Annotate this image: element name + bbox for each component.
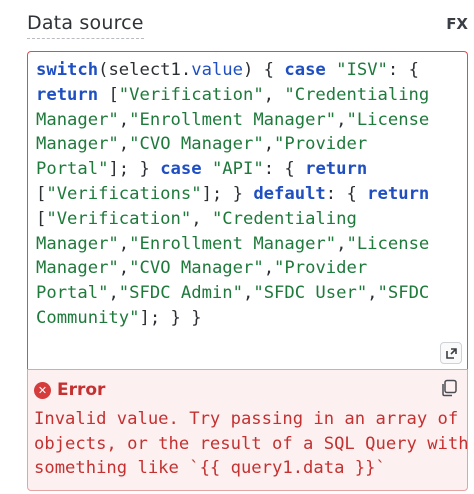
code-token: , bbox=[336, 233, 347, 254]
code-token: , bbox=[367, 283, 378, 304]
code-token: switch bbox=[36, 60, 99, 80]
code-token: , bbox=[191, 208, 212, 229]
code-token: , bbox=[263, 134, 275, 155]
code-token: , bbox=[118, 233, 130, 254]
copy-error-button[interactable] bbox=[440, 379, 458, 397]
code-token: "Provider bbox=[274, 134, 368, 155]
code-token: Manager" bbox=[36, 233, 119, 254]
code-token: , bbox=[118, 109, 130, 130]
error-title: Error bbox=[57, 380, 106, 400]
code-token: default bbox=[253, 183, 326, 204]
code-token: , bbox=[242, 283, 254, 304]
error-circle-icon: ✕ bbox=[34, 381, 51, 399]
code-token: "CVO Manager" bbox=[129, 258, 264, 279]
code-token: case bbox=[160, 159, 202, 180]
code-token: "Credentialing bbox=[284, 84, 430, 105]
code-token: "API" bbox=[211, 159, 264, 180]
code-token: : { bbox=[263, 159, 306, 180]
code-token: value bbox=[191, 60, 243, 80]
code-token: , bbox=[263, 84, 285, 105]
code-line: Manager","CVO Manager","Provider bbox=[36, 256, 459, 281]
code-token: "Verification" bbox=[46, 208, 192, 229]
code-line: Portal"]; } case "API": { return bbox=[36, 157, 459, 182]
code-token: [ bbox=[36, 183, 47, 204]
code-token: return bbox=[367, 183, 430, 204]
code-token: , bbox=[118, 258, 130, 279]
code-line: return ["Verification", "Credentialing bbox=[36, 83, 459, 108]
error-message-line: Invalid value. Try passing in an array o… bbox=[34, 409, 459, 429]
code-line: ["Verification", "Credentialing bbox=[36, 207, 459, 232]
code-token: ]; } } bbox=[139, 307, 202, 328]
code-token: ]; } bbox=[201, 183, 254, 204]
code-token: "Verifications" bbox=[46, 183, 202, 204]
code-token: : { bbox=[325, 183, 368, 204]
code-token: case bbox=[284, 60, 326, 80]
code-token: ) { bbox=[242, 60, 285, 80]
error-message: Invalid value. Try passing in an array o… bbox=[34, 407, 469, 481]
code-token: , bbox=[108, 283, 119, 304]
code-token: : { bbox=[387, 60, 419, 80]
code-token: "SFDC Admin" bbox=[118, 283, 243, 304]
code-token: , bbox=[336, 109, 347, 130]
code-line: switch(select1.value) { case "ISV": { bbox=[36, 58, 459, 83]
code-token: "SFDC User" bbox=[253, 283, 368, 304]
expand-editor-button[interactable] bbox=[440, 342, 462, 364]
error-panel: ✕ Error Invalid value. Try passing in an… bbox=[27, 369, 469, 491]
code-token: "Credentialing bbox=[211, 208, 357, 229]
code-token: "License bbox=[346, 233, 430, 254]
code-line: Manager","CVO Manager","Provider bbox=[36, 132, 459, 157]
code-token: Portal" bbox=[36, 159, 109, 180]
code-token: [ bbox=[98, 84, 119, 105]
code-token: , bbox=[263, 258, 275, 279]
code-token: "Provider bbox=[274, 258, 368, 279]
code-token: ]; } bbox=[108, 159, 161, 180]
code-token: (select1. bbox=[98, 60, 192, 80]
code-editor-content[interactable]: switch(select1.value) { case "ISV": {ret… bbox=[36, 58, 459, 331]
code-token: [ bbox=[36, 208, 47, 229]
fx-toggle-button[interactable]: FX bbox=[446, 15, 468, 33]
code-token: Community" bbox=[36, 307, 140, 328]
code-editor[interactable]: switch(select1.value) { case "ISV": {ret… bbox=[27, 51, 468, 369]
code-token: "SFDC bbox=[377, 283, 430, 304]
code-token: return bbox=[36, 84, 99, 105]
code-line: Manager","Enrollment Manager","License bbox=[36, 232, 459, 257]
error-message-line: something like `{{ query1.data }}` bbox=[34, 458, 386, 478]
error-message-line: objects, or the result of a SQL Query wi… bbox=[34, 433, 469, 454]
error-header: ✕ Error bbox=[34, 380, 105, 400]
code-token: "CVO Manager" bbox=[129, 134, 264, 155]
code-line: ["Verifications"]; } default: { return bbox=[36, 182, 459, 207]
code-line: Manager","Enrollment Manager","License bbox=[36, 108, 459, 133]
copy-icon bbox=[442, 379, 457, 397]
code-token: "Verification" bbox=[118, 84, 264, 105]
expand-icon bbox=[445, 347, 457, 359]
code-token: "Enrollment Manager" bbox=[129, 233, 337, 254]
code-line: Community"]; } } bbox=[36, 306, 459, 331]
data-source-label: Data source bbox=[27, 12, 144, 39]
code-token: Portal" bbox=[36, 283, 109, 304]
code-token: Manager" bbox=[36, 134, 119, 155]
code-token: , bbox=[118, 134, 130, 155]
code-token: Manager" bbox=[36, 109, 119, 130]
code-token: "ISV" bbox=[336, 60, 388, 80]
code-token: return bbox=[305, 159, 368, 180]
code-line: Portal","SFDC Admin","SFDC User","SFDC bbox=[36, 281, 459, 306]
code-token: "Enrollment Manager" bbox=[129, 109, 337, 130]
code-token: Manager" bbox=[36, 258, 119, 279]
code-token: "License bbox=[346, 109, 430, 130]
